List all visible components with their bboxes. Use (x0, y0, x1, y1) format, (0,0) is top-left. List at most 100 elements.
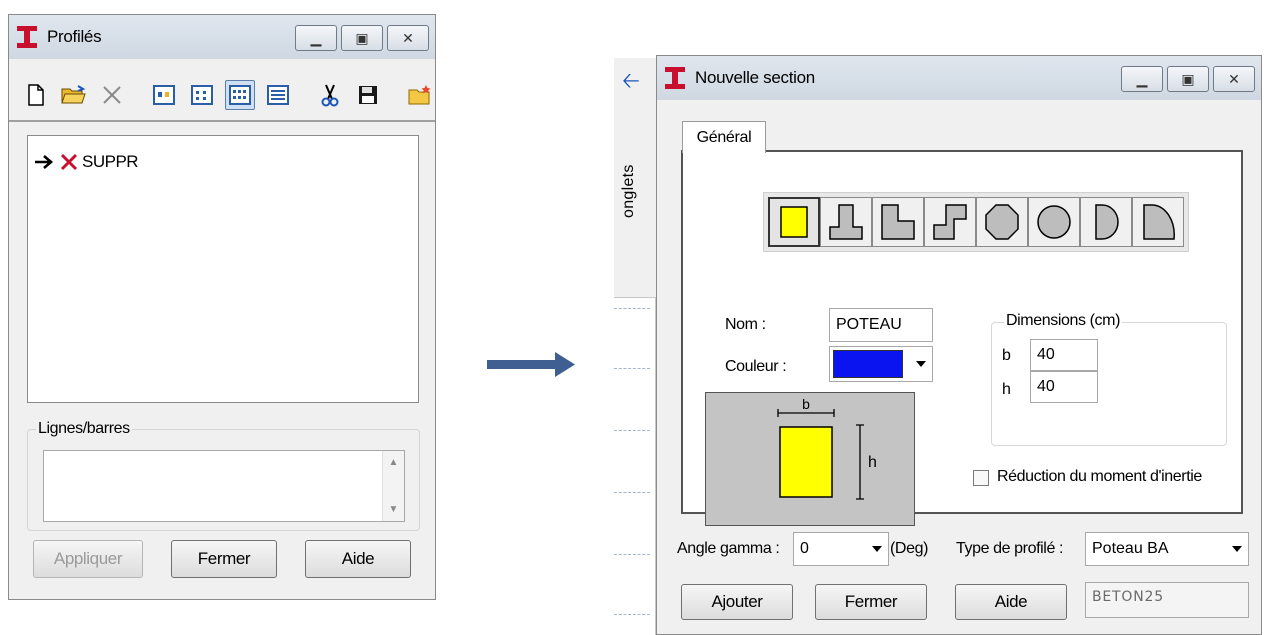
folder-star-icon (408, 85, 431, 105)
details-view-icon (267, 85, 289, 105)
i-beam-app-icon (663, 65, 687, 91)
section-shape-selector (763, 192, 1189, 252)
shape-octagon-button[interactable] (976, 197, 1028, 247)
i-beam-app-icon (15, 24, 39, 50)
color-select[interactable] (829, 346, 933, 382)
delete-x-icon (103, 86, 121, 104)
half-circle-shape-icon (1095, 204, 1119, 240)
l-section-icon (881, 204, 915, 240)
close-window-button[interactable]: ✕ (387, 25, 429, 51)
angle-gamma-value: 0 (800, 540, 809, 557)
close-icon: ✕ (402, 29, 414, 46)
minimize-icon: ▁ (1136, 70, 1148, 87)
inertia-reduction-label: Réduction du moment d'inertie (997, 468, 1202, 485)
lines-bars-group-title: Lignes/barres (36, 420, 132, 438)
name-label: Nom : (725, 316, 766, 333)
close-button[interactable]: Fermer (815, 584, 927, 620)
add-button[interactable]: Ajouter (681, 584, 793, 620)
b-input[interactable]: 40 (1030, 339, 1098, 371)
tree-item[interactable]: SUPPR (34, 152, 139, 172)
close-button[interactable]: Fermer (171, 540, 277, 578)
profiles-toolbar (21, 75, 443, 115)
grid-dash (614, 308, 650, 309)
circle-shape-icon (1037, 205, 1071, 239)
h-input[interactable]: 40 (1030, 371, 1098, 403)
angle-gamma-select[interactable]: 0 (793, 532, 889, 566)
maximize-icon: ▣ (355, 29, 369, 46)
delete-mark-icon (60, 153, 78, 171)
shape-quarter-circle-button[interactable] (1132, 197, 1184, 247)
lines-bars-group: Lignes/barres ▲ ▼ (27, 420, 420, 531)
toolbar-separator (9, 120, 435, 122)
scroll-down-icon[interactable]: ▼ (389, 504, 399, 515)
maximize-icon: ▣ (1181, 70, 1195, 87)
grid-dash (614, 554, 650, 555)
view-list-button[interactable] (225, 80, 255, 110)
section-preview-drawing: b h (777, 396, 877, 500)
side-tab-label: onglets (620, 164, 637, 218)
shape-t-section-button[interactable] (820, 197, 872, 247)
name-input[interactable]: POTEAU (829, 308, 933, 342)
profiles-window-title: Profilés (47, 27, 102, 46)
material-field: BETON25 (1085, 582, 1249, 618)
lines-bars-listbox[interactable]: ▲ ▼ (43, 450, 405, 522)
help-button[interactable]: Aide (305, 540, 411, 578)
new-section-window: Nouvelle section ▁ ▣ ✕ Général Nom: POT… (656, 55, 1262, 635)
grid-dash (614, 368, 650, 369)
color-swatch (833, 350, 903, 378)
large-icons-view-icon (153, 85, 175, 105)
section-titlebar[interactable]: Nouvelle section ▁ ▣ ✕ (657, 56, 1261, 100)
view-large-icons-button[interactable] (149, 80, 179, 110)
grid-dash (614, 492, 650, 493)
maximize-button[interactable]: ▣ (341, 25, 383, 51)
list-view-icon (229, 85, 251, 105)
tree-item-label: SUPPR (82, 152, 139, 171)
shape-rectangle-button[interactable] (768, 197, 820, 247)
minimize-button[interactable]: ▁ (295, 25, 337, 51)
shape-half-circle-button[interactable] (1080, 197, 1132, 247)
export-folder-button[interactable] (405, 80, 435, 110)
delete-button[interactable] (97, 80, 127, 110)
h-label: h (1002, 381, 1011, 398)
apply-button[interactable]: Appliquer (33, 540, 143, 578)
back-arrow-icon[interactable]: 🡠 (622, 64, 640, 102)
help-button[interactable]: Aide (955, 584, 1067, 620)
angle-gamma-label: Angle gamma : (677, 540, 780, 557)
scroll-up-icon[interactable]: ▲ (389, 457, 399, 468)
view-details-button[interactable] (263, 80, 293, 110)
color-label: Couleur : (725, 358, 787, 375)
view-small-icons-button[interactable] (187, 80, 217, 110)
profile-type-select[interactable]: Poteau BA (1085, 532, 1249, 566)
transition-arrow-icon (487, 352, 575, 377)
minimize-button[interactable]: ▁ (1121, 66, 1163, 92)
close-icon: ✕ (1228, 70, 1240, 87)
profile-type-value: Poteau BA (1092, 540, 1169, 557)
profiles-titlebar[interactable]: Profilés ▁ ▣ ✕ (9, 15, 435, 59)
angle-unit-label: (Deg) (890, 540, 929, 557)
open-folder-button[interactable] (59, 80, 89, 110)
tab-general[interactable]: Général (682, 121, 766, 153)
current-arrow-icon (35, 155, 53, 169)
new-document-button[interactable] (21, 80, 51, 110)
listbox-scrollbar[interactable]: ▲ ▼ (382, 451, 404, 521)
preview-b-label: b (802, 396, 810, 412)
side-tab-strip: 🡠 onglets (614, 58, 656, 635)
section-preview: b h (705, 392, 915, 526)
shape-l-section-button[interactable] (872, 197, 924, 247)
inertia-reduction-checkbox[interactable] (973, 470, 989, 486)
close-window-button[interactable]: ✕ (1213, 66, 1255, 92)
side-tab-onglets[interactable]: 🡠 onglets (614, 58, 656, 298)
dropdown-arrow-icon (916, 361, 926, 367)
profiles-tree[interactable]: SUPPR (27, 135, 419, 403)
dimensions-title: Dimensions (cm) (1004, 312, 1123, 330)
preview-h-label: h (868, 454, 877, 471)
maximize-button[interactable]: ▣ (1167, 66, 1209, 92)
cut-button[interactable] (315, 80, 345, 110)
shape-z-section-button[interactable] (924, 197, 976, 247)
screenshot-stage: Profilés ▁ ▣ ✕ SUPPR Lignes/barres ▲ ▼ A… (0, 0, 1266, 635)
quarter-circle-shape-icon (1143, 204, 1175, 240)
shape-circle-button[interactable] (1028, 197, 1080, 247)
dimensions-group: Dimensions (cm) b 40 h 40 (991, 312, 1227, 446)
t-section-icon (829, 204, 863, 240)
save-button[interactable] (353, 80, 383, 110)
